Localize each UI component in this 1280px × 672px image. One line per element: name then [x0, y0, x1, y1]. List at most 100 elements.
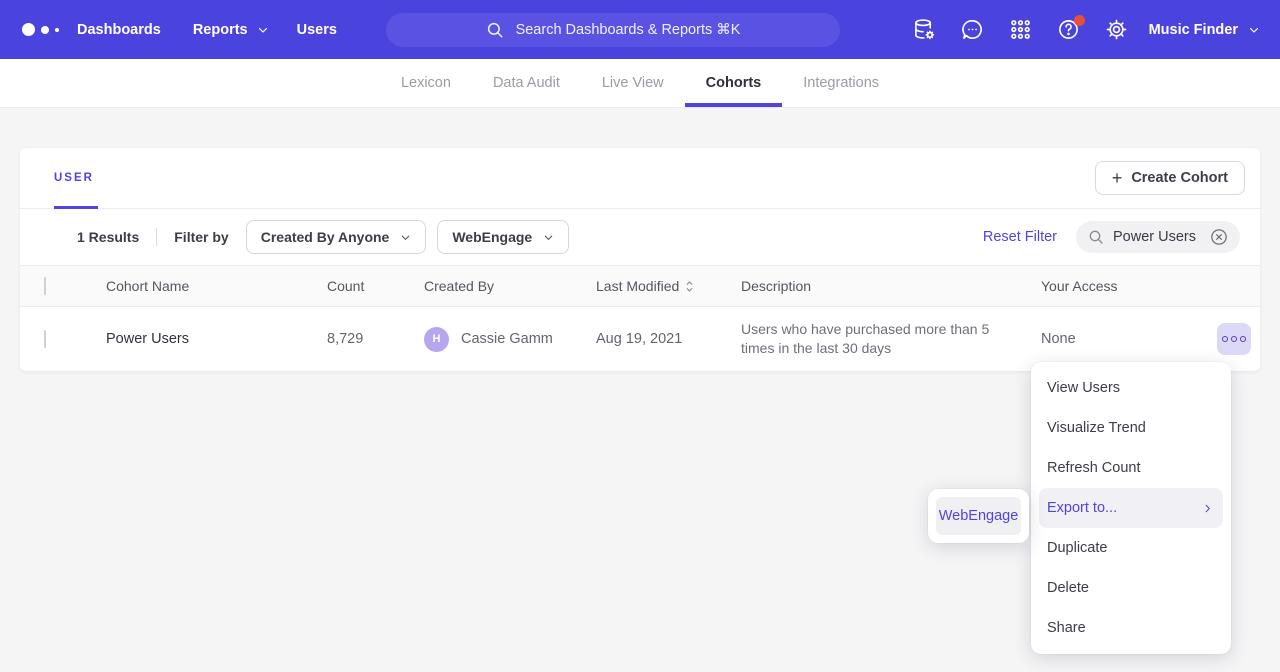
nav-item-dashboards-label: Dashboards: [77, 22, 161, 38]
tab-user-label: USER: [54, 172, 94, 184]
top-nav-bar: Dashboards Reports Users Search Dashboar…: [0, 0, 1280, 59]
menu-item-label: Visualize Trend: [1047, 420, 1146, 436]
submenu-item-label: WebEngage: [939, 508, 1019, 524]
clear-search-icon[interactable]: [1209, 227, 1229, 247]
tab-live-view[interactable]: Live View: [581, 59, 685, 107]
tab-integrations[interactable]: Integrations: [782, 59, 900, 107]
menu-item-duplicate[interactable]: Duplicate: [1039, 528, 1223, 568]
nav-item-dashboards[interactable]: Dashboards: [77, 22, 161, 38]
menu-item-label: Export to...: [1047, 500, 1117, 516]
more-dot: [1231, 336, 1238, 343]
top-nav-right: Music Finder: [889, 0, 1260, 59]
last-modified-date: Aug 19, 2021: [576, 331, 721, 347]
tab-cohorts[interactable]: Cohorts: [685, 59, 783, 107]
menu-item-view-users[interactable]: View Users: [1039, 368, 1223, 408]
table-header-row: Cohort Name Count Created By Last Modifi…: [20, 265, 1260, 307]
settings-gear-icon[interactable]: [1105, 18, 1129, 42]
cohort-search-input[interactable]: [1113, 229, 1209, 245]
menu-item-delete[interactable]: Delete: [1039, 568, 1223, 608]
help-icon[interactable]: [1057, 18, 1081, 42]
vertical-divider: [156, 228, 157, 246]
project-name: Music Finder: [1149, 22, 1238, 38]
chevron-down-icon: [543, 232, 554, 243]
header-count: Count: [307, 278, 404, 294]
cohort-name-link[interactable]: Power Users: [106, 331, 307, 347]
row-checkbox[interactable]: [44, 330, 46, 348]
create-cohort-label: Create Cohort: [1131, 170, 1228, 186]
more-dot: [1222, 336, 1229, 343]
header-created-by: Created By: [404, 278, 576, 294]
created-by-dropdown-value: Created By Anyone: [261, 229, 390, 245]
menu-item-label: View Users: [1047, 380, 1120, 396]
mixpanel-logo[interactable]: [22, 23, 59, 36]
menu-item-label: Delete: [1047, 580, 1089, 596]
cohort-count: 8,729: [307, 331, 404, 347]
header-cohort-name: Cohort Name: [106, 278, 307, 294]
header-description: Description: [721, 278, 1021, 294]
integration-filter-dropdown[interactable]: WebEngage: [437, 220, 569, 254]
cohorts-card: USER + Create Cohort 1 Results Filter by…: [20, 148, 1260, 371]
nav-item-reports[interactable]: Reports: [193, 22, 269, 38]
tab-lexicon[interactable]: Lexicon: [380, 59, 472, 107]
logo-dot-small: [55, 28, 59, 32]
project-switcher[interactable]: Music Finder: [1149, 22, 1260, 38]
menu-item-visualize-trend[interactable]: Visualize Trend: [1039, 408, 1223, 448]
menu-item-share[interactable]: Share: [1039, 608, 1223, 648]
menu-item-label: Refresh Count: [1047, 460, 1141, 476]
chevron-down-icon: [1248, 24, 1260, 36]
chevron-right-icon: [1202, 503, 1213, 514]
nav-item-users[interactable]: Users: [297, 22, 337, 38]
reset-filter-link[interactable]: Reset Filter: [983, 229, 1057, 245]
header-your-access: Your Access: [1021, 278, 1197, 294]
filter-by-label: Filter by: [174, 229, 228, 245]
messages-icon[interactable]: [961, 18, 985, 42]
secondary-nav: Lexicon Data Audit Live View Cohorts Int…: [0, 59, 1280, 108]
avatar-initial: H: [433, 333, 441, 345]
tab-user-cohorts[interactable]: USER: [54, 148, 94, 208]
header-last-modified-label: Last Modified: [596, 278, 679, 294]
global-search-input[interactable]: Search Dashboards & Reports ⌘K: [386, 13, 840, 47]
menu-item-export-to[interactable]: Export to...: [1039, 488, 1223, 528]
tab-integrations-label: Integrations: [803, 75, 879, 91]
avatar: H: [424, 327, 449, 352]
plus-icon: +: [1112, 169, 1123, 187]
row-actions-menu: View Users Visualize Trend Refresh Count…: [1031, 362, 1231, 654]
filter-bar: 1 Results Filter by Created By Anyone We…: [20, 209, 1260, 265]
menu-item-refresh-count[interactable]: Refresh Count: [1039, 448, 1223, 488]
menu-item-label: Share: [1047, 620, 1086, 636]
row-more-actions-button[interactable]: [1217, 323, 1251, 355]
created-by-dropdown[interactable]: Created By Anyone: [246, 220, 427, 254]
header-last-modified[interactable]: Last Modified: [576, 278, 721, 294]
logo-dot-medium: [41, 26, 49, 34]
chevron-down-icon: [400, 232, 411, 243]
menu-item-label: Duplicate: [1047, 540, 1107, 556]
chevron-down-icon: [257, 24, 269, 36]
tab-cohorts-label: Cohorts: [706, 75, 762, 91]
logo-dot-large: [22, 23, 35, 36]
global-search-placeholder: Search Dashboards & Reports ⌘K: [516, 22, 741, 38]
primary-nav: Dashboards Reports Users: [77, 22, 337, 38]
cohort-description: Users who have purchased more than 5 tim…: [741, 320, 997, 358]
notification-badge: [1074, 15, 1085, 26]
export-to-submenu: WebEngage: [928, 489, 1029, 543]
submenu-item-webengage[interactable]: WebEngage: [936, 497, 1021, 535]
sort-icon: [685, 280, 694, 293]
integration-filter-value: WebEngage: [452, 229, 532, 245]
nav-item-users-label: Users: [297, 22, 337, 38]
created-by-cell: H Cassie Gamm: [404, 327, 576, 352]
data-management-icon[interactable]: [913, 18, 937, 42]
cohort-search-box: [1076, 221, 1240, 253]
created-by-name: Cassie Gamm: [461, 331, 553, 347]
more-dot: [1240, 336, 1247, 343]
apps-grid-icon[interactable]: [1009, 18, 1033, 42]
tab-lexicon-label: Lexicon: [401, 75, 451, 91]
results-count: 1 Results: [77, 229, 139, 245]
tab-data-audit[interactable]: Data Audit: [472, 59, 581, 107]
search-icon: [1088, 229, 1104, 245]
tab-data-audit-label: Data Audit: [493, 75, 560, 91]
tab-live-view-label: Live View: [602, 75, 664, 91]
create-cohort-button[interactable]: + Create Cohort: [1095, 161, 1245, 195]
access-value: None: [1021, 331, 1197, 347]
select-all-checkbox[interactable]: [44, 277, 46, 295]
card-header: USER + Create Cohort: [20, 148, 1260, 209]
